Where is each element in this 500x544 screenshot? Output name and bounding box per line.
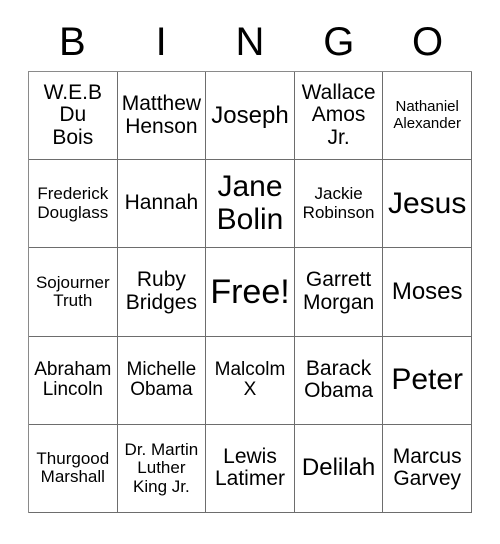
bingo-cell[interactable]: Jane Bolin	[206, 160, 295, 249]
bingo-cell-label: Hannah	[124, 191, 199, 215]
bingo-cell-label: Jane Bolin	[216, 170, 284, 236]
bingo-cell-label: Barack Obama	[304, 356, 374, 403]
bingo-cell[interactable]: Hannah	[117, 160, 207, 249]
bingo-cell[interactable]: Delilah	[294, 424, 384, 513]
bingo-cell[interactable]: Free!	[206, 248, 295, 337]
bingo-cell[interactable]: Thurgood Marshall	[29, 424, 118, 513]
bingo-cell-label: Lewis Latimer	[214, 444, 285, 491]
bingo-cell[interactable]: Peter	[383, 336, 472, 425]
bingo-cell[interactable]: Moses	[383, 248, 472, 337]
bingo-cell-label: Frederick Douglass	[37, 184, 109, 222]
header-letter-o: O	[412, 20, 444, 64]
bingo-cell[interactable]: Marcus Garvey	[383, 424, 472, 513]
bingo-cell-label: W.E.B Du Bois	[43, 80, 102, 149]
header-letter-n: N	[235, 20, 265, 64]
bingo-cell-label: Free!	[210, 272, 290, 311]
bingo-cell[interactable]: Jesus	[383, 160, 472, 249]
bingo-cell[interactable]: Sojourner Truth	[29, 248, 118, 337]
bingo-cell[interactable]: Malcolm X	[206, 336, 295, 425]
bingo-cell-label: Nathaniel Alexander	[393, 98, 461, 132]
bingo-cell[interactable]: Matthew Henson	[117, 72, 207, 161]
bingo-header: B I N G O	[28, 14, 472, 70]
bingo-cell[interactable]: Michelle Obama	[117, 336, 207, 425]
bingo-cell-label: Joseph	[211, 101, 289, 129]
bingo-cell-label: Thurgood Marshall	[36, 449, 110, 487]
bingo-cell[interactable]: Dr. Martin Luther King Jr.	[117, 424, 207, 513]
bingo-cell-label: Matthew Henson	[121, 91, 202, 138]
bingo-cell-label: Garrett Morgan	[302, 268, 375, 314]
bingo-cell-label: Marcus Garvey	[392, 444, 462, 491]
bingo-cell[interactable]: Frederick Douglass	[29, 160, 118, 249]
bingo-card: B I N G O W.E.B Du Bois Matthew Henson Jos…	[0, 0, 500, 544]
bingo-cell-label: Jackie Robinson	[302, 184, 375, 222]
bingo-cell-label: Dr. Martin Luther King Jr.	[124, 439, 199, 496]
bingo-cell[interactable]: Nathaniel Alexander	[383, 72, 472, 161]
bingo-cell[interactable]: W.E.B Du Bois	[29, 72, 118, 161]
header-letter-g: G	[323, 20, 355, 64]
bingo-cell[interactable]: Barack Obama	[294, 336, 384, 425]
bingo-cell-label: Jesus	[388, 186, 467, 220]
bingo-cell-label: Peter	[391, 363, 464, 396]
bingo-cell[interactable]: Wallace Amos Jr.	[294, 72, 384, 161]
bingo-grid: W.E.B Du Bois Matthew Henson Joseph Wallace…	[28, 71, 472, 513]
bingo-cell-label: Moses	[391, 278, 463, 306]
bingo-cell[interactable]: Lewis Latimer	[206, 424, 295, 513]
bingo-cell-label: Delilah	[301, 454, 376, 482]
bingo-cell[interactable]: Jackie Robinson	[294, 160, 384, 249]
header-letter-b: B	[59, 20, 86, 64]
bingo-cell-label: Ruby Bridges	[125, 268, 197, 314]
bingo-cell-label: Wallace Amos Jr.	[301, 80, 376, 149]
bingo-cell[interactable]: Garrett Morgan	[294, 248, 384, 337]
bingo-cell-label: Michelle Obama	[126, 358, 197, 401]
header-letter-i: I	[155, 20, 167, 64]
bingo-cell-label: Malcolm X	[214, 358, 286, 401]
bingo-cell-label: Abraham Lincoln	[34, 358, 112, 401]
bingo-cell[interactable]: Joseph	[206, 72, 295, 161]
bingo-cell[interactable]: Abraham Lincoln	[29, 336, 118, 425]
bingo-cell-label: Sojourner Truth	[35, 272, 110, 310]
bingo-cell[interactable]: Ruby Bridges	[117, 248, 207, 337]
